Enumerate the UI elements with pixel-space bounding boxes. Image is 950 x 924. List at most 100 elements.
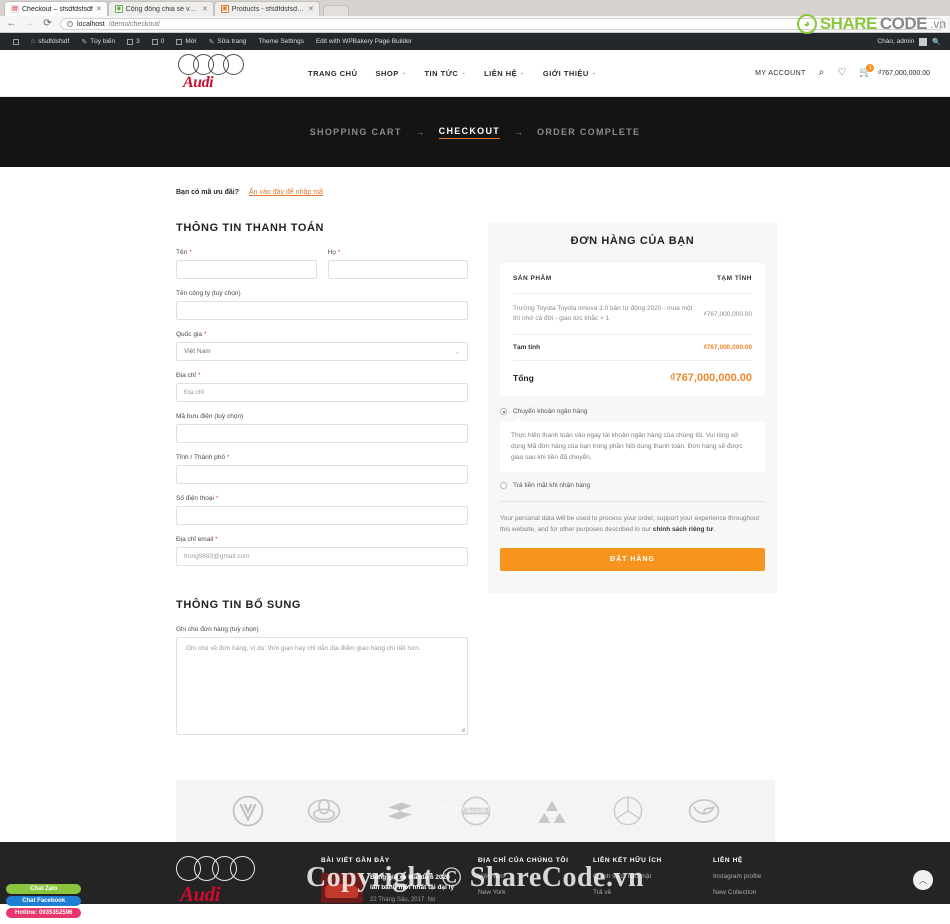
footer-link-new-collection[interactable]: New Collection — [713, 889, 823, 896]
nav-label: TIN TỨC — [424, 68, 459, 78]
search-icon[interactable]: 🔍 — [932, 38, 941, 46]
adminbar-item-label: sfsdfdsfsdf — [38, 38, 70, 45]
wordpress-icon[interactable] — [7, 38, 25, 45]
step-shopping-cart[interactable]: SHOPPING CART — [310, 127, 402, 137]
cart-button[interactable]: 🛒 1 ₫767,000,000.00 — [859, 64, 930, 78]
field-country: Quốc gia * Việt Nam ⌄ — [176, 331, 468, 361]
sharecode-logo-icon: ◕ — [796, 14, 817, 34]
close-icon[interactable]: ✕ — [96, 5, 102, 13]
address-input[interactable]: Địa chỉ — [176, 383, 468, 402]
my-account-link[interactable]: MY ACCOUNT — [755, 70, 806, 77]
suzuki-logo — [387, 802, 412, 820]
radio-icon[interactable] — [500, 408, 507, 416]
order-table-header: SẢN PHẨM TẠM TÍNH — [513, 263, 752, 294]
coupon-toggle-link[interactable]: Ấn vào đây để nhập mã — [249, 189, 323, 196]
place-order-button[interactable]: ĐẶT HÀNG — [500, 548, 765, 572]
step-order-complete[interactable]: ORDER COMPLETE — [537, 127, 640, 137]
field-label: Mã bưu điện (tuỳ chọn) — [176, 413, 244, 420]
chat-facebook-button[interactable]: Chat Facebook — [6, 896, 82, 906]
back-icon[interactable]: ← — [6, 19, 17, 29]
nav-item-lien-he[interactable]: LIÊN HỆ ⌄ — [484, 69, 525, 78]
hotline-button[interactable]: Hotline: 0935352596 — [6, 908, 82, 918]
nav-item-shop[interactable]: SHOP ⌄ — [376, 69, 407, 78]
field-label: Địa chỉ * — [176, 372, 201, 379]
tab-title: Cộng đồng chia sẻ và do — [125, 5, 199, 13]
resize-handle-icon[interactable]: ◢ — [460, 726, 465, 733]
site-header: Audi TRANG CHỦ SHOP ⌄ TIN TỨC ⌄ LIÊN HỆ ⌄ G… — [0, 50, 950, 97]
adminbar-item-wpbakery[interactable]: Edit with WPBakery Page Builder — [310, 38, 418, 45]
radio-icon[interactable] — [500, 482, 507, 490]
arrow-icon: → — [514, 127, 524, 137]
email-field[interactable]: trong9883@gmail.com — [176, 547, 468, 566]
adminbar-item-theme-settings[interactable]: Theme Settings — [252, 38, 310, 45]
browser-tab-0[interactable]: ▤ Checkout – sfsdfdsfsdf ✕ — [4, 1, 108, 16]
reload-icon[interactable]: ⟳ — [42, 19, 53, 29]
field-last-name: Họ * — [327, 249, 468, 279]
order-notes-textarea[interactable]: Ghi chú về đơn hàng, ví dụ: thời gian ha… — [176, 637, 468, 735]
site-info-icon[interactable]: i — [67, 21, 73, 27]
browser-tab-1[interactable]: ◉ Cộng đồng chia sẻ và do ✕ — [107, 1, 214, 16]
close-icon[interactable]: ✕ — [308, 5, 314, 13]
wp-admin-bar: ⌂ sfsdfdsfsdf ✎ Tùy biến 3 0 Mới ✎ Sửa t… — [0, 33, 950, 50]
adminbar-item-updates[interactable]: 3 — [121, 38, 146, 45]
postcode-input[interactable] — [176, 424, 468, 443]
privacy-policy-link[interactable]: chính sách riêng tư — [653, 526, 713, 533]
forward-icon[interactable]: → — [24, 19, 35, 29]
nav-item-trang-chu[interactable]: TRANG CHỦ — [308, 69, 358, 78]
country-select[interactable]: Việt Nam — [176, 342, 468, 361]
field-email: Địa chỉ email * trong9883@gmail.com — [176, 536, 468, 566]
adminbar-item-edit-page[interactable]: ✎ Sửa trang — [203, 38, 253, 46]
scroll-to-top-button[interactable]: ︿ — [913, 870, 933, 890]
comment-icon — [151, 38, 158, 45]
city-input[interactable] — [176, 465, 468, 484]
field-postcode: Mã bưu điện (tuỳ chọn) — [176, 413, 468, 443]
avatar[interactable] — [919, 37, 928, 46]
total-value: ₫767,000,000.00 — [669, 372, 752, 385]
first-name-input[interactable] — [176, 260, 317, 279]
plus-icon — [176, 38, 183, 45]
order-total-row: Tổng ₫767,000,000.00 — [513, 361, 752, 396]
adminbar-item-site[interactable]: ⌂ sfsdfdsfsdf — [25, 38, 75, 45]
audi-logo[interactable]: Audi — [178, 54, 248, 92]
chevron-up-icon: ︿ — [919, 875, 927, 885]
close-icon[interactable]: ✕ — [202, 5, 208, 13]
adminbar-item-new[interactable]: Mới — [170, 38, 202, 45]
audi-rings-icon — [178, 54, 248, 75]
brand-logos-strip: NISSAN — [176, 780, 775, 842]
adminbar-item-customize[interactable]: ✎ Tùy biến — [75, 38, 121, 46]
nav-item-gioi-thieu[interactable]: GIỚI THIỆU ⌄ — [543, 69, 597, 78]
nav-item-tin-tuc[interactable]: TIN TỨC ⌄ — [424, 69, 466, 78]
footer-post-item[interactable]: Bảng giá xe Mazda 6 2020 lăn bánh mới nh… — [321, 872, 458, 903]
company-input[interactable] — [176, 301, 468, 320]
field-phone: Số điện thoại * — [176, 495, 468, 525]
field-label: Ghi chú đơn hàng (tuỳ chọn) — [176, 626, 259, 633]
payment-option-cod[interactable]: Trả tiền mặt khi nhận hàng — [500, 482, 765, 490]
footer-logo[interactable]: Audi — [176, 856, 301, 904]
post-title[interactable]: Bảng giá xe Mazda 6 2020 lăn bánh mới nh… — [370, 873, 458, 893]
main-nav: TRANG CHỦ SHOP ⌄ TIN TỨC ⌄ LIÊN HỆ ⌄ GIỚI T… — [308, 69, 597, 78]
browser-tab-2[interactable]: ▣ Products - sfsdfdsfsdf — ✕ — [213, 1, 320, 16]
footer-link-privacy[interactable]: Chính sách bảo mật — [593, 873, 693, 880]
comment-icon — [127, 38, 134, 45]
checkout-steps: SHOPPING CART → CHECKOUT → ORDER COMPLET… — [0, 97, 950, 167]
mercedes-logo — [613, 796, 642, 826]
payment-option-bank-transfer[interactable]: Chuyển khoản ngân hàng — [500, 408, 765, 416]
footer-link-returns[interactable]: Trả về — [593, 889, 693, 896]
adminbar-item-comments[interactable]: 0 — [146, 38, 171, 45]
search-icon[interactable]: ⌕ — [819, 68, 825, 78]
new-tab-button[interactable] — [322, 5, 349, 16]
adminbar-greeting[interactable]: Chào, admin — [877, 38, 914, 45]
product-qty: × 1 — [599, 315, 610, 323]
svg-text:NISSAN: NISSAN — [466, 809, 485, 815]
chevron-down-icon: ⌄ — [401, 70, 407, 76]
footer-link-instagram[interactable]: Instagram profile — [713, 873, 823, 880]
last-name-input[interactable] — [327, 260, 468, 279]
payment-description: Thực hiện thanh toán vào ngay tài khoản … — [500, 418, 765, 473]
cart-total: ₫767,000,000.00 — [877, 69, 930, 77]
chat-zalo-button[interactable]: Chat Zalo — [6, 884, 82, 894]
phone-input[interactable] — [176, 506, 468, 525]
watermark-code: CODE — [879, 14, 928, 33]
billing-title: THÔNG TIN THANH TOÁN — [176, 222, 325, 234]
heart-icon[interactable]: ♡ — [837, 68, 846, 78]
step-checkout[interactable]: CHECKOUT — [438, 126, 501, 139]
